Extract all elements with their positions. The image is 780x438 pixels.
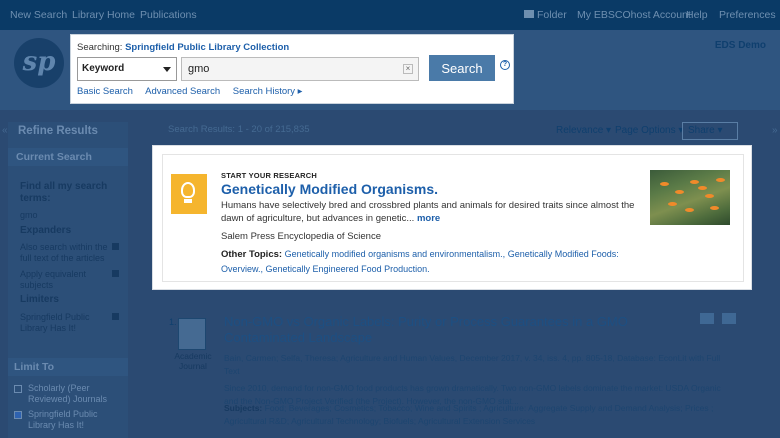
result-title[interactable]: Non-GMO vs Organic Labels: Purity or Pro… (224, 314, 664, 346)
result-number: 1. (169, 317, 177, 327)
help-icon[interactable]: ? (500, 60, 510, 70)
refine-results-title: Refine Results (18, 125, 98, 137)
limit-to-header[interactable]: Limit To (8, 358, 128, 376)
search-input[interactable]: gmo × (181, 57, 419, 81)
field-select[interactable]: Keyword (77, 57, 177, 81)
results-count: Search Results: 1 - 20 of 215,835 (168, 124, 310, 135)
remove-expander-icon[interactable] (112, 270, 119, 277)
chevron-down-icon (163, 67, 171, 72)
searching-label: Searching: Springfield Public Library Co… (77, 42, 289, 53)
publications-link[interactable]: Publications (140, 9, 197, 21)
folder-icon[interactable] (524, 10, 534, 18)
collapse-left-icon[interactable]: « (2, 125, 8, 136)
search-button[interactable]: Search (429, 55, 495, 81)
peer-reviewed-label: Scholarly (Peer Reviewed) Journals (28, 383, 108, 404)
research-source: Salem Press Encyclopedia of Science (221, 231, 381, 242)
research-description: Humans have selectively bred and crossbr… (221, 199, 641, 225)
result-type: Academic Journal (174, 351, 212, 371)
topic-image[interactable] (650, 170, 730, 225)
expanders-label: Expanders (20, 225, 72, 236)
other-topic-link[interactable]: Genetically Engineered Food Production. (266, 264, 430, 274)
lightbulb-icon (181, 182, 195, 198)
share-button[interactable]: Share ▾ (682, 122, 738, 140)
eds-demo-label: EDS Demo (714, 40, 766, 51)
add-to-folder-icon[interactable] (722, 313, 736, 324)
search-links: Basic Search Advanced Search Search Hist… (77, 86, 312, 97)
expander-subjects: Apply equivalent subjects (20, 269, 87, 290)
start-research-label: START YOUR RESEARCH (221, 171, 318, 180)
lightbulb-tile (171, 174, 207, 214)
other-topics: Other Topics: Genetically modified organ… (221, 247, 641, 276)
search-input-value: gmo (188, 63, 210, 75)
has-it-checkbox[interactable] (14, 411, 22, 419)
result-citation: Bain, Carmen; Selfa, Theresa; Agricultur… (224, 353, 721, 376)
advanced-search-link[interactable]: Advanced Search (145, 86, 220, 97)
subjects-label: Subjects: (224, 403, 263, 413)
help-link[interactable]: Help (686, 9, 708, 21)
library-logo[interactable]: sp (14, 38, 64, 88)
peer-reviewed-checkbox[interactable] (14, 385, 22, 393)
my-account-link[interactable]: My EBSCOhost Account (577, 9, 691, 21)
basic-search-link[interactable]: Basic Search (77, 86, 133, 97)
search-history-link[interactable]: Search History ▸ (233, 86, 303, 97)
collapse-right-icon[interactable]: » (772, 125, 778, 136)
find-all-label: Find all my search terms: (20, 181, 108, 204)
library-home-link[interactable]: Library Home (72, 9, 135, 21)
research-starter-panel: START YOUR RESEARCH Genetically Modified… (152, 145, 752, 290)
other-topics-label: Other Topics: (221, 249, 283, 260)
result-subjects: Subjects: Food; Beverages; Cosmetics; To… (224, 402, 736, 428)
preview-icon[interactable] (700, 313, 714, 324)
more-link[interactable]: more (417, 213, 440, 224)
limiters-label: Limiters (20, 294, 59, 305)
result-meta: Bain, Carmen; Selfa, Theresa; Agricultur… (224, 352, 736, 408)
folder-link[interactable]: Folder (537, 9, 567, 21)
new-search-link[interactable]: New Search (10, 9, 67, 21)
relevance-dropdown[interactable]: Relevance ▾ (556, 125, 611, 136)
search-box: Searching: Springfield Public Library Co… (70, 34, 514, 104)
has-it-label: Springfield Public Library Has It! (28, 409, 98, 430)
expander-fulltext: Also search within the full text of the … (20, 242, 108, 263)
top-navigation-bar: New Search Library Home Publications Fol… (0, 0, 780, 30)
other-topic-link[interactable]: Genetically modified organisms and envir… (285, 249, 506, 259)
searching-prefix: Searching: (77, 42, 123, 53)
share-label: Share ▾ (688, 125, 723, 136)
subjects-list[interactable]: Food; Beverages; Cosmetics; Tobacco; Win… (224, 403, 713, 426)
research-topic-title[interactable]: Genetically Modified Organisms. (221, 181, 438, 197)
field-select-value: Keyword (82, 63, 125, 74)
remove-expander-icon[interactable] (112, 243, 119, 250)
current-search-header[interactable]: Current Search (8, 148, 128, 166)
limiter-has-it: Springfield Public Library Has It! (20, 312, 90, 333)
page-options-dropdown[interactable]: Page Options ▾ (615, 125, 683, 136)
search-term: gmo (20, 210, 38, 220)
clear-icon[interactable]: × (403, 64, 413, 74)
academic-journal-icon (178, 318, 206, 350)
collection-link[interactable]: Springfield Public Library Collection (125, 42, 289, 53)
research-starter-card: START YOUR RESEARCH Genetically Modified… (162, 154, 744, 282)
remove-limiter-icon[interactable] (112, 313, 119, 320)
preferences-link[interactable]: Preferences (719, 9, 776, 21)
